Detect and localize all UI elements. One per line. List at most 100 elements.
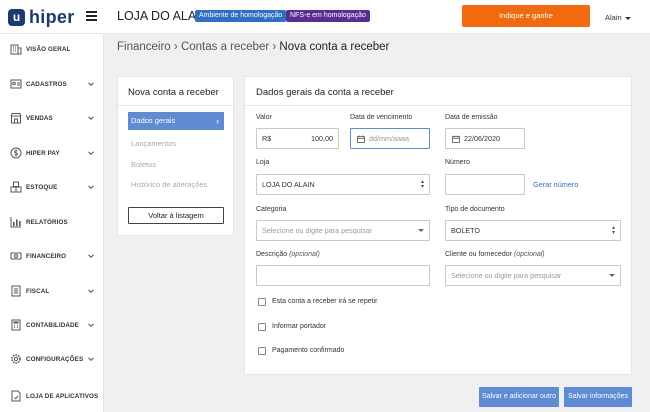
breadcrumb-contas-receber[interactable]: Contas a receber: [181, 41, 269, 53]
divider: [118, 105, 235, 106]
cliente-select[interactable]: Selecione ou digite para pesquisar: [445, 265, 621, 286]
descricao-label-text: Descrição: [256, 251, 288, 258]
user-menu[interactable]: Alain: [605, 13, 631, 22]
calendar-icon: [357, 135, 365, 143]
id-card-icon: [10, 79, 22, 89]
sidebar-item-label: VISÃO GERAL: [26, 45, 71, 53]
pagamento-checkbox[interactable]: [258, 347, 266, 355]
sidebar-item-estoque[interactable]: ESTOQUE: [0, 176, 104, 198]
sidebar-item-configuracoes[interactable]: CONFIGURAÇÕES: [0, 348, 104, 370]
cliente-label-text: Cliente ou fornecedor: [445, 251, 512, 258]
sidebar-item-vendas[interactable]: VENDAS: [0, 107, 104, 129]
chevron-down-icon: [88, 357, 94, 362]
breadcrumb: Financeiro › Contas a receber › Nova con…: [117, 41, 389, 53]
chevron-down-icon: [88, 185, 94, 190]
menu-icon[interactable]: [86, 11, 97, 21]
form-card: Dados gerais da conta a receber Valor R$…: [244, 76, 633, 375]
logo-mark: u: [8, 8, 25, 26]
repetir-checkbox-label[interactable]: Esta conta a receber irá se repetir: [272, 298, 377, 305]
portador-checkbox[interactable]: [258, 323, 266, 331]
section-nav-historico[interactable]: Histórico de alterações: [131, 180, 207, 189]
sidebar-item-loja-aplicativos[interactable]: LOJA DE APLICATIVOS: [0, 385, 104, 407]
sidebar-item-label: ESTOQUE: [26, 183, 58, 191]
descricao-label: Descrição (opcional): [256, 251, 320, 258]
bar-chart-icon: [10, 217, 21, 228]
gerar-numero-link[interactable]: Gerar número: [533, 180, 578, 189]
categoria-placeholder: Selecione ou digite para pesquisar: [262, 226, 373, 235]
sidebar-item-cadastros[interactable]: CADASTROS: [0, 73, 104, 95]
sidebar-item-label: HIPER PAY: [26, 149, 60, 157]
breadcrumb-financeiro[interactable]: Financeiro: [117, 41, 171, 53]
store-icon: [10, 113, 22, 124]
tipo-value: BOLETO: [451, 226, 481, 235]
calculator-icon: [11, 319, 21, 331]
breadcrumb-separator: ›: [272, 41, 277, 53]
numero-label: Número: [445, 159, 470, 166]
building-icon: [10, 44, 22, 55]
sidebar-item-label: FINANCEIRO: [26, 252, 67, 260]
repetir-checkbox[interactable]: [258, 298, 266, 306]
descricao-input[interactable]: [256, 265, 430, 286]
numero-input[interactable]: [445, 174, 525, 195]
app-store-icon: [11, 390, 21, 402]
section-nav-label: Dados gerais: [131, 116, 176, 125]
sidebar-item-label: LOJA DE APLICATIVOS: [26, 392, 99, 400]
sidebar-item-label: FISCAL: [26, 287, 50, 295]
form-title: Dados gerais da conta a receber: [256, 87, 394, 98]
currency-prefix: R$: [262, 134, 272, 143]
descricao-optional: (opcional): [289, 251, 320, 258]
section-nav-dados-gerais[interactable]: Dados gerais ›: [128, 112, 224, 130]
sidebar-item-hiper-pay[interactable]: HIPER PAY: [0, 142, 104, 164]
emissao-label: Data de emissão: [445, 114, 498, 121]
back-to-list-button[interactable]: Voltar à listagem: [128, 207, 224, 224]
cliente-optional: (opcional): [513, 251, 545, 258]
caret-down-icon: [609, 274, 615, 277]
chevron-down-icon: [88, 289, 94, 294]
nfse-badge: NFS-e em homologação: [286, 10, 370, 22]
section-nav-title: Nova conta a receber: [128, 87, 219, 98]
sidebar-item-visao-geral[interactable]: VISÃO GERAL: [0, 38, 104, 60]
chevron-right-icon: ›: [216, 116, 219, 126]
chevron-down-icon: [88, 254, 94, 259]
save-button[interactable]: Salvar informações: [564, 387, 632, 407]
money-icon: [10, 252, 22, 260]
loja-select[interactable]: LOJA DO ALAIN ▴ ▾: [256, 174, 430, 195]
valor-label: Valor: [256, 114, 272, 121]
indique-button[interactable]: Indique e ganhe: [462, 5, 590, 27]
sidebar-item-label: CONFIGURAÇÕES: [26, 355, 84, 363]
updown-icon: ▴ ▾: [611, 225, 615, 236]
breadcrumb-separator: ›: [173, 41, 178, 53]
emissao-value: 22/06/2020: [464, 134, 500, 143]
sidebar-item-label: CONTABILIDADE: [26, 321, 79, 329]
emissao-input[interactable]: 22/06/2020: [445, 128, 525, 149]
sidebar-item-label: CADASTROS: [26, 80, 67, 88]
section-nav-card: Nova conta a receber Dados gerais › Lanç…: [117, 76, 235, 236]
pagamento-checkbox-label[interactable]: Pagamento confirmado: [272, 347, 344, 354]
vencimento-label: Data de vencimento: [350, 114, 413, 121]
caret-down-icon: [418, 229, 424, 232]
chevron-down-icon: [88, 116, 94, 121]
boxes-icon: [10, 181, 22, 193]
valor-input[interactable]: R$ 100,00: [256, 128, 339, 149]
portador-checkbox-label[interactable]: Informar portador: [272, 323, 326, 330]
sidebar-item-contabilidade[interactable]: CONTABILIDADE: [0, 314, 104, 336]
loja-value: LOJA DO ALAIN: [262, 180, 315, 189]
divider: [245, 105, 633, 106]
tipo-select[interactable]: BOLETO ▴ ▾: [445, 220, 621, 241]
cliente-label: Cliente ou fornecedor (opcional): [445, 251, 545, 258]
categoria-label: Categoria: [256, 206, 287, 213]
categoria-select[interactable]: Selecione ou digite para pesquisar: [256, 220, 430, 241]
updown-icon: ▴ ▾: [420, 179, 424, 190]
section-nav-boletos[interactable]: Boletos: [131, 160, 156, 169]
chevron-down-icon: [88, 151, 94, 156]
section-nav-lancamentos[interactable]: Lançamentos: [131, 139, 176, 148]
sidebar-item-fiscal[interactable]: FISCAL: [0, 280, 104, 302]
sidebar-item-financeiro[interactable]: FINANCEIRO: [0, 245, 104, 267]
document-icon: [11, 285, 21, 297]
vencimento-input[interactable]: dd/mm/aaaa: [350, 128, 430, 149]
hiper-logo[interactable]: u hiper: [8, 6, 75, 28]
sidebar-item-relatorios[interactable]: RELATÓRIOS: [0, 211, 104, 233]
save-and-add-button[interactable]: Salvar e adicionar outro: [479, 387, 559, 407]
chevron-down-icon: [88, 82, 94, 87]
sidebar-item-label: RELATÓRIOS: [26, 218, 68, 226]
